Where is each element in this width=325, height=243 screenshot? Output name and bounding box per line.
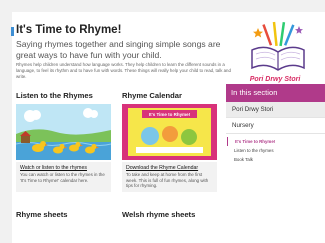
calendar-description: To take and keep at home from the first … — [126, 172, 209, 189]
sidebar-subitem-listen-to-the-rhymes[interactable]: Listen to the rhymes — [226, 146, 325, 155]
intro-detail-text: Rhymes help children understand how lang… — [16, 62, 231, 79]
calendar-download-link[interactable]: Download the Rhyme Calendar — [126, 165, 213, 172]
intro-text: Saying rhymes together and singing simpl… — [16, 39, 221, 60]
title-accent-bar — [11, 27, 14, 36]
sidebar-subitem-book-talk[interactable]: Book Talk — [226, 155, 325, 164]
book-logo-icon — [251, 21, 305, 71]
listen-illustration[interactable] — [16, 104, 111, 160]
calendar-card: Download the Rhyme Calendar To take and … — [122, 162, 217, 192]
welsh-rhyme-sheets-heading: Welsh rhyme sheets — [122, 210, 196, 219]
listen-link[interactable]: Watch or listen to the rhymes — [20, 165, 107, 172]
section-sidebar: In this section Pori Drwy Stori Nursery … — [226, 84, 325, 164]
rhyme-sheets-heading: Rhyme sheets — [16, 210, 68, 219]
sidebar-item-nursery[interactable]: Nursery — [226, 118, 325, 134]
calendar-cover-title: It's Time to Rhyme! — [149, 112, 191, 117]
ducks-pond-image — [16, 104, 111, 160]
sidebar-item-pori-drwy-stori[interactable]: Pori Drwy Stori — [226, 102, 325, 118]
calendar-cover[interactable]: It's Time to Rhyme! — [122, 104, 217, 160]
calendar-heading: Rhyme Calendar — [122, 91, 182, 100]
page-title: It's Time to Rhyme! — [16, 24, 122, 36]
logo-wordmark: Pori Drwy Stori — [249, 76, 301, 83]
listen-heading: Listen to the Rhymes — [16, 91, 93, 100]
calendar-cover-image: It's Time to Rhyme! — [122, 104, 217, 160]
sidebar-heading: In this section — [226, 84, 325, 102]
pori-drwy-stori-logo[interactable] — [244, 20, 312, 78]
listen-description: You can watch or listen to the rhymes in… — [20, 172, 105, 183]
listen-card: Watch or listen to the rhymes You can wa… — [16, 162, 111, 192]
sidebar-sublist: It's Time to Rhyme! Listen to the rhymes… — [226, 134, 325, 164]
sidebar-subitem-its-time-to-rhyme[interactable]: It's Time to Rhyme! — [227, 137, 325, 146]
